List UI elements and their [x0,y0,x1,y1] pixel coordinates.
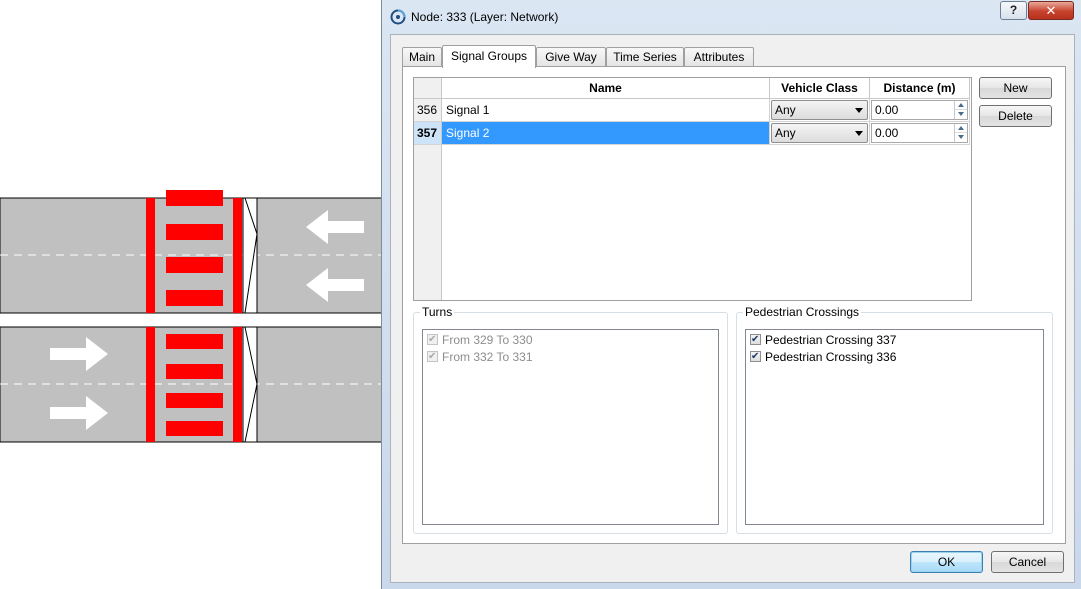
pedestrian-crossings-group-label: Pedestrian Crossings [743,305,862,319]
spin-buttons [954,101,967,119]
turns-group: Turns From 329 To 330 From 332 To 331 [413,305,728,534]
table-corner [414,78,442,99]
signal-name-cell[interactable]: Signal 1 [442,99,770,122]
spin-down-icon[interactable] [955,110,967,119]
crossing-item-label: Pedestrian Crossing 336 [765,350,897,364]
checkbox-checked-icon [427,332,438,347]
column-header-vehicle-class[interactable]: Vehicle Class [770,78,870,99]
spin-up-icon[interactable] [955,124,967,133]
vehicle-class-value: Any [775,126,796,140]
checkbox-checked-icon[interactable] [750,332,761,347]
chevron-down-icon [855,108,863,113]
checkbox-checked-icon[interactable] [750,349,761,364]
close-button[interactable]: ✕ [1028,1,1074,20]
table-row[interactable]: 357 Signal 2 Any 0.00 [414,122,971,145]
turns-group-label: Turns [420,305,455,319]
row-id[interactable]: 356 [414,99,442,122]
spin-down-icon[interactable] [955,133,967,142]
checkbox-checked-icon [427,349,438,364]
vehicle-class-cell: Any [770,122,870,145]
signal-groups-table[interactable]: Name Vehicle Class Distance (m) 356 Sign… [413,77,972,301]
tab-main[interactable]: Main [402,47,442,67]
distance-spinbox[interactable]: 0.00 [871,123,968,143]
signal-name-cell[interactable]: Signal 2 [442,122,770,145]
distance-cell: 0.00 [870,99,970,122]
crossing-item-label: Pedestrian Crossing 337 [765,333,897,347]
tab-give-way[interactable]: Give Way [536,47,606,67]
network-canvas[interactable] [0,0,385,589]
turns-list[interactable]: From 329 To 330 From 332 To 331 [422,329,719,525]
title-bar[interactable]: Node: 333 (Layer: Network) ? ✕ [382,0,1081,34]
turn-item: From 332 To 331 [427,349,533,367]
stop-strip-lower [242,326,258,443]
stop-strip-upper [242,197,258,314]
distance-cell: 0.00 [870,122,970,145]
spin-up-icon[interactable] [955,101,967,110]
help-button[interactable]: ? [1000,1,1027,20]
turn-item: From 329 To 330 [427,332,533,350]
crossing-item[interactable]: Pedestrian Crossing 336 [750,349,897,367]
crossing-item[interactable]: Pedestrian Crossing 337 [750,332,897,350]
chevron-down-icon [855,131,863,136]
turn-item-label: From 329 To 330 [442,333,533,347]
app-logo-icon [390,9,406,25]
vehicle-class-dropdown[interactable]: Any [771,123,868,143]
column-header-distance[interactable]: Distance (m) [870,78,970,99]
dialog-body: Main Signal Groups Give Way Time Series … [390,34,1075,583]
node-dialog: Node: 333 (Layer: Network) ? ✕ Main Sign… [381,0,1081,589]
signal-groups-panel: Name Vehicle Class Distance (m) 356 Sign… [402,66,1066,544]
table-row[interactable]: 356 Signal 1 Any 0.00 [414,99,971,122]
ok-button[interactable]: OK [910,551,983,573]
row-id[interactable]: 357 [414,122,442,145]
cancel-button[interactable]: Cancel [991,551,1064,573]
vehicle-class-cell: Any [770,99,870,122]
window-title: Node: 333 (Layer: Network) [411,10,559,24]
tab-time-series[interactable]: Time Series [606,47,684,67]
pedestrian-crossings-group: Pedestrian Crossings Pedestrian Crossing… [736,305,1053,534]
pedestrian-crossings-list[interactable]: Pedestrian Crossing 337 Pedestrian Cross… [745,329,1044,525]
new-button[interactable]: New [979,77,1052,99]
turn-item-label: From 332 To 331 [442,350,533,364]
distance-value: 0.00 [875,103,899,117]
distance-spinbox[interactable]: 0.00 [871,100,968,120]
column-header-name[interactable]: Name [442,78,770,99]
delete-button[interactable]: Delete [979,105,1052,127]
tab-signal-groups[interactable]: Signal Groups [442,45,536,68]
vehicle-class-dropdown[interactable]: Any [771,100,868,120]
tab-attributes[interactable]: Attributes [684,47,754,67]
vehicle-class-value: Any [775,103,796,117]
spin-buttons [954,124,967,142]
distance-value: 0.00 [875,126,899,140]
